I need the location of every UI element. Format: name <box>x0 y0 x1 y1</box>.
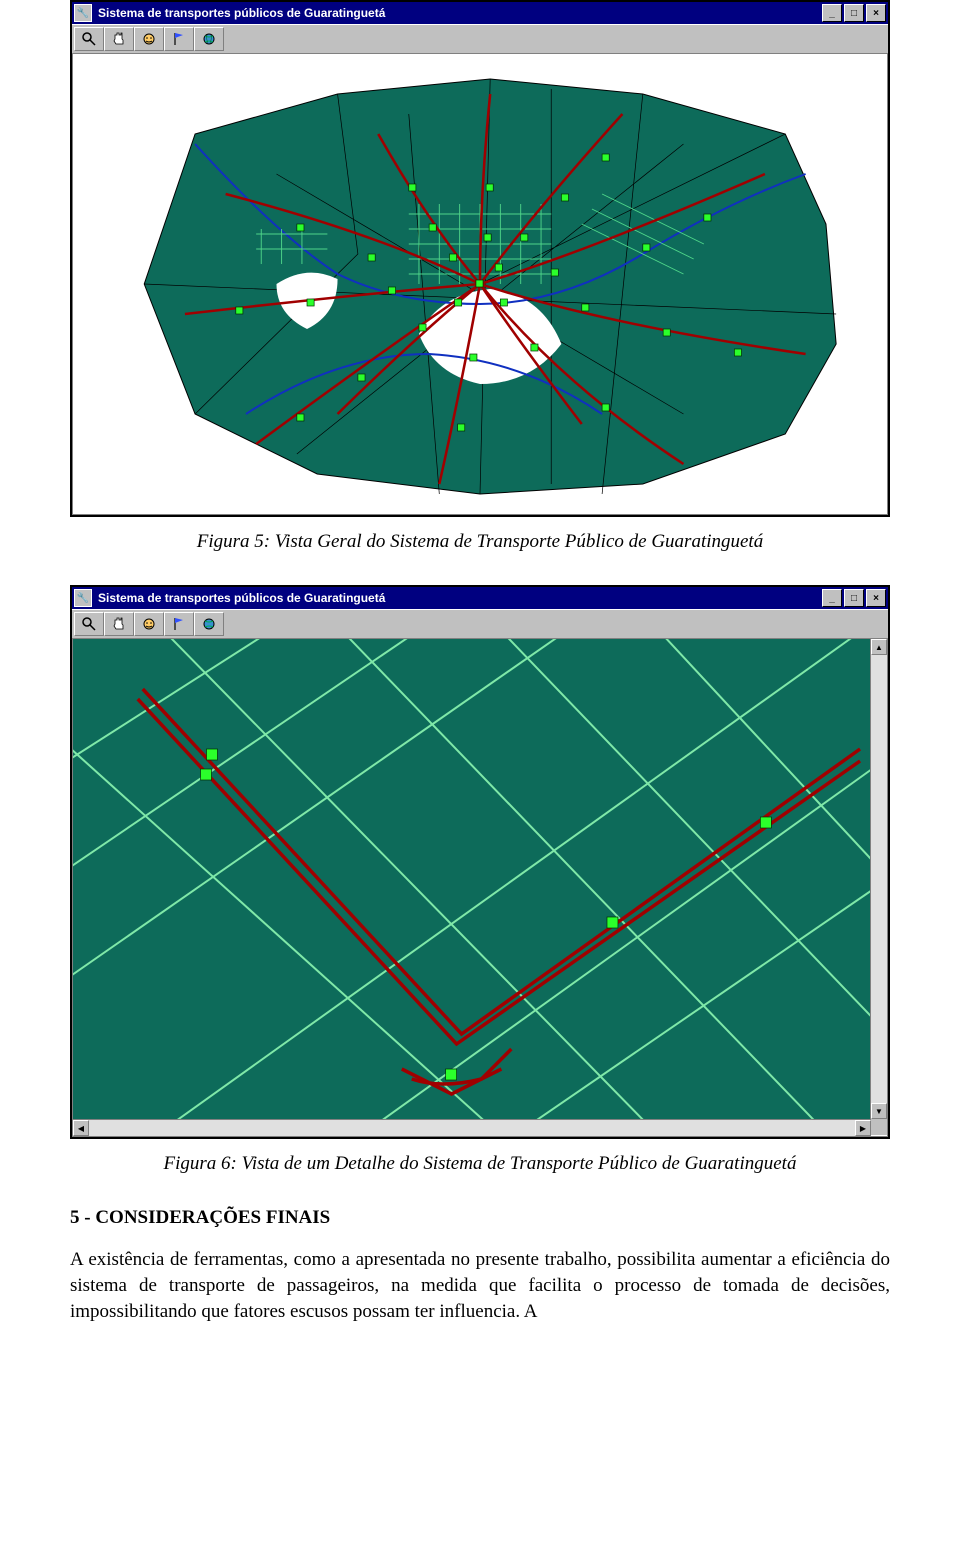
scroll-track-h[interactable] <box>89 1120 855 1136</box>
minimize-button[interactable]: _ <box>822 4 842 22</box>
vertical-scrollbar[interactable]: ▲ ▼ <box>870 639 887 1119</box>
map-canvas-overview[interactable] <box>72 53 888 515</box>
flag-icon <box>171 31 187 47</box>
flag-tool[interactable] <box>164 612 194 636</box>
toolbar <box>72 24 888 53</box>
section-heading: 5 - CONSIDERAÇÕES FINAIS <box>70 1207 890 1229</box>
window-title: Sistema de transportes públicos de Guara… <box>98 591 822 605</box>
magnifier-icon <box>81 31 97 47</box>
magnifier-icon <box>81 616 97 632</box>
hand-icon <box>111 616 127 632</box>
app-icon: 🔧 <box>74 4 92 22</box>
pan-tool[interactable] <box>104 27 134 51</box>
zoom-tool[interactable] <box>74 27 104 51</box>
scroll-right-button[interactable]: ▶ <box>855 1120 871 1136</box>
full-extent-tool[interactable] <box>194 612 224 636</box>
scroll-down-button[interactable]: ▼ <box>871 1103 887 1119</box>
close-button[interactable]: × <box>866 589 886 607</box>
maximize-button[interactable]: □ <box>844 589 864 607</box>
zoom-tool[interactable] <box>74 612 104 636</box>
pan-tool[interactable] <box>104 612 134 636</box>
scroll-left-button[interactable]: ◀ <box>73 1120 89 1136</box>
flag-icon <box>171 616 187 632</box>
minimize-button[interactable]: _ <box>822 589 842 607</box>
flag-tool[interactable] <box>164 27 194 51</box>
globe-icon <box>201 616 217 632</box>
identify-tool[interactable] <box>134 612 164 636</box>
figure-caption-5: Figura 5: Vista Geral do Sistema de Tran… <box>70 531 890 553</box>
close-button[interactable]: × <box>866 4 886 22</box>
horizontal-scrollbar[interactable]: ◀ ▶ <box>73 1119 871 1136</box>
figure-caption-6: Figura 6: Vista de um Detalhe do Sistema… <box>70 1153 890 1175</box>
maximize-button[interactable]: □ <box>844 4 864 22</box>
globe-icon <box>201 31 217 47</box>
face-icon <box>141 616 157 632</box>
app-icon: 🔧 <box>74 589 92 607</box>
map-canvas-detail[interactable]: ▲ ▼ <box>73 639 887 1119</box>
scroll-corner <box>871 1119 887 1135</box>
body-paragraph: A existência de ferramentas, como a apre… <box>70 1247 890 1326</box>
titlebar: 🔧 Sistema de transportes públicos de Gua… <box>72 587 888 609</box>
toolbar <box>72 609 888 638</box>
app-window-fig5: 🔧 Sistema de transportes públicos de Gua… <box>70 0 890 517</box>
scroll-up-button[interactable]: ▲ <box>871 639 887 655</box>
hand-icon <box>111 31 127 47</box>
app-window-fig6: 🔧 Sistema de transportes públicos de Gua… <box>70 585 890 1139</box>
full-extent-tool[interactable] <box>194 27 224 51</box>
scroll-track-v[interactable] <box>871 655 887 1103</box>
titlebar: 🔧 Sistema de transportes públicos de Gua… <box>72 2 888 24</box>
window-title: Sistema de transportes públicos de Guara… <box>98 6 822 20</box>
identify-tool[interactable] <box>134 27 164 51</box>
face-icon <box>141 31 157 47</box>
